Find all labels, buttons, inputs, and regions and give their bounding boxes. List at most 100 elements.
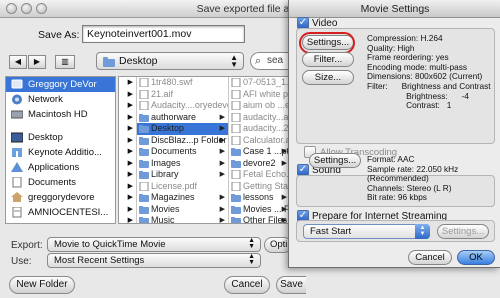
sidebar-item-desktop[interactable]: Desktop <box>6 130 115 145</box>
disclosure-arrow-icon: ▶ <box>127 79 133 86</box>
sidebar-item-keynote[interactable]: Keynote Additio... <box>6 145 115 160</box>
view-mode-button[interactable]: ▥ <box>55 55 75 69</box>
filename-field[interactable]: Keynoteinvert001.mov <box>82 25 245 43</box>
list-item[interactable]: ▶ <box>119 215 136 223</box>
list-item[interactable]: ▶ <box>119 192 136 204</box>
settings-cancel-button[interactable]: Cancel <box>408 250 452 265</box>
list-item[interactable]: ▶ <box>119 123 136 135</box>
ok-button[interactable]: OK <box>457 250 495 265</box>
save-button[interactable]: Save <box>276 276 306 294</box>
list-item[interactable]: License.pdf <box>137 181 228 193</box>
list-item[interactable]: devore2 ▶ <box>229 158 289 170</box>
list-item[interactable]: lessons ▶ <box>229 192 289 204</box>
list-item[interactable]: aium ob ...el... <box>229 100 289 112</box>
list-item[interactable]: ▶ <box>119 181 136 193</box>
list-item[interactable]: Library ▶ <box>137 169 228 181</box>
forward-button[interactable]: ▶ <box>28 55 46 69</box>
list-item-label: DiscBlaz...p Folder <box>151 134 227 145</box>
document-icon <box>231 181 241 191</box>
folder-icon <box>139 159 149 168</box>
size-button[interactable]: Size... <box>302 70 354 85</box>
sidebar-item-amniocentesis[interactable]: AMNIOCENTESI... <box>6 205 115 220</box>
cancel-button[interactable]: Cancel <box>224 276 270 294</box>
sound-info-text: Format: AAC Sample rate: 22.050 kHz (Rec… <box>367 154 459 203</box>
export-format-popup[interactable]: Movie to QuickTime Movie ▲ ▼ <box>47 237 261 252</box>
disclosure-arrow-icon: ▶ <box>219 125 225 132</box>
sidebar: Greggory DeVor Network Macintosh HD Desk… <box>5 76 116 224</box>
list-item[interactable]: Documents ▶ <box>137 146 228 158</box>
sidebar-item-label: Documents <box>28 177 77 188</box>
sidebar-item-macintosh-hd[interactable]: Macintosh HD <box>6 107 115 122</box>
list-item[interactable]: Other Files ▶ <box>229 215 289 223</box>
documents-icon <box>12 177 22 188</box>
disclosure-arrow-icon: ▶ <box>127 136 133 144</box>
list-item[interactable]: ▶ <box>119 100 136 112</box>
list-item-label: audacity...al... <box>243 111 289 122</box>
list-item[interactable]: Music ▶ <box>137 215 228 223</box>
browser-column-home[interactable]: ▶ ▶ ▶ ▶ ▶ ▶ ▶ ▶ ▶ ▶ ▶ ▶ ▶ <box>119 77 137 223</box>
list-item[interactable]: Desktop ▶ <box>137 123 228 135</box>
list-item[interactable]: Images ▶ <box>137 158 228 170</box>
sidebar-item-network[interactable]: Network <box>6 92 115 107</box>
list-item[interactable]: authorware ▶ <box>137 112 228 124</box>
document-icon <box>231 89 241 99</box>
applications-icon <box>11 162 23 172</box>
folder-icon <box>231 148 241 156</box>
list-item[interactable]: ▶ <box>119 112 136 124</box>
list-item-label: 07-0513_1... <box>243 77 290 87</box>
document-icon <box>139 101 149 110</box>
list-item[interactable]: audacity...al... <box>229 111 289 124</box>
desktop-folder-icon <box>103 57 115 67</box>
list-item[interactable]: Movies ... Po...▶ <box>229 204 289 216</box>
streaming-mode-popup[interactable]: Fast Start ▲ ▼ <box>303 224 430 239</box>
list-item[interactable]: Calculator.app <box>229 135 289 147</box>
list-item[interactable]: AFI white pap... <box>229 89 289 101</box>
list-item[interactable]: ▶ <box>119 169 136 181</box>
list-item[interactable]: 07-0513_1... <box>229 77 290 89</box>
back-button[interactable]: ◀ <box>9 55 27 69</box>
use-settings-popup[interactable]: Most Recent Settings ▲ ▼ <box>47 253 261 268</box>
list-item[interactable]: ▶ <box>119 204 136 216</box>
list-item-label: Fetal Echo.zip <box>243 169 289 179</box>
home-icon <box>11 192 23 202</box>
movie-settings-titlebar[interactable]: Movie Settings <box>289 0 500 18</box>
use-settings-value: Most Recent Settings <box>54 255 145 266</box>
list-item-label: Audacity....oryedevore <box>151 100 228 110</box>
folder-icon <box>139 205 149 214</box>
disclosure-arrow-icon: ▶ <box>219 148 225 155</box>
document-icon <box>139 89 149 99</box>
column-browser: ▶ ▶ ▶ ▶ ▶ ▶ ▶ ▶ ▶ ▶ ▶ ▶ ▶ 1tr480.swf 21.aif Audacity..… <box>118 76 290 224</box>
popup-arrows-icon: ▲ ▼ <box>415 224 430 239</box>
sidebar-item-home[interactable]: greggorydevore <box>6 190 115 205</box>
streaming-settings-button[interactable]: Settings... <box>437 224 489 239</box>
sidebar-item-user[interactable]: Greggory DeVor <box>6 77 115 92</box>
new-folder-button[interactable]: New Folder <box>9 276 75 294</box>
sidebar-item-applications[interactable]: Applications <box>6 160 115 175</box>
browser-column-user[interactable]: 1tr480.swf21.aifAudacity....oryedevore au… <box>137 77 229 223</box>
location-popup[interactable]: Desktop ▲ ▼ <box>96 52 244 70</box>
browser-column-desktop[interactable]: 07-0513_1... AFI white pap...aium ob ...e… <box>229 77 290 223</box>
list-item[interactable]: 1tr480.swf <box>137 77 228 89</box>
sidebar-item-label: AMNIOCENTESI... <box>28 207 109 218</box>
streaming-mode-value: Fast Start <box>310 226 352 237</box>
list-item[interactable]: ▶ <box>119 135 136 147</box>
list-item[interactable]: ▶ <box>119 77 136 89</box>
list-item[interactable]: Audacity....oryedevore <box>137 100 228 112</box>
list-item[interactable]: ▶ <box>119 146 136 158</box>
list-item[interactable]: Fetal Echo.zip <box>229 169 289 181</box>
list-item[interactable]: 21.aif <box>137 89 228 101</box>
list-item[interactable]: Movies ▶ <box>137 204 228 216</box>
sound-settings-button[interactable]: Settings... <box>309 153 361 168</box>
list-item-label: audacity...2... <box>243 123 289 133</box>
list-item[interactable]: ▶ <box>119 89 136 101</box>
video-settings-button[interactable]: Settings... <box>302 35 354 50</box>
search-field[interactable]: ⌕ sea <box>250 52 290 70</box>
list-item[interactable]: DiscBlaz...p Folder ▶ <box>137 135 228 147</box>
filter-button[interactable]: Filter... <box>302 52 354 67</box>
list-item[interactable]: Case 1 ...pt...▶ <box>229 146 289 158</box>
list-item[interactable]: Getting Start... <box>229 181 289 193</box>
list-item[interactable]: ▶ <box>119 158 136 170</box>
list-item[interactable]: Magazines ▶ <box>137 192 228 204</box>
list-item[interactable]: audacity...2... <box>229 123 289 135</box>
sidebar-item-documents[interactable]: Documents <box>6 175 115 190</box>
